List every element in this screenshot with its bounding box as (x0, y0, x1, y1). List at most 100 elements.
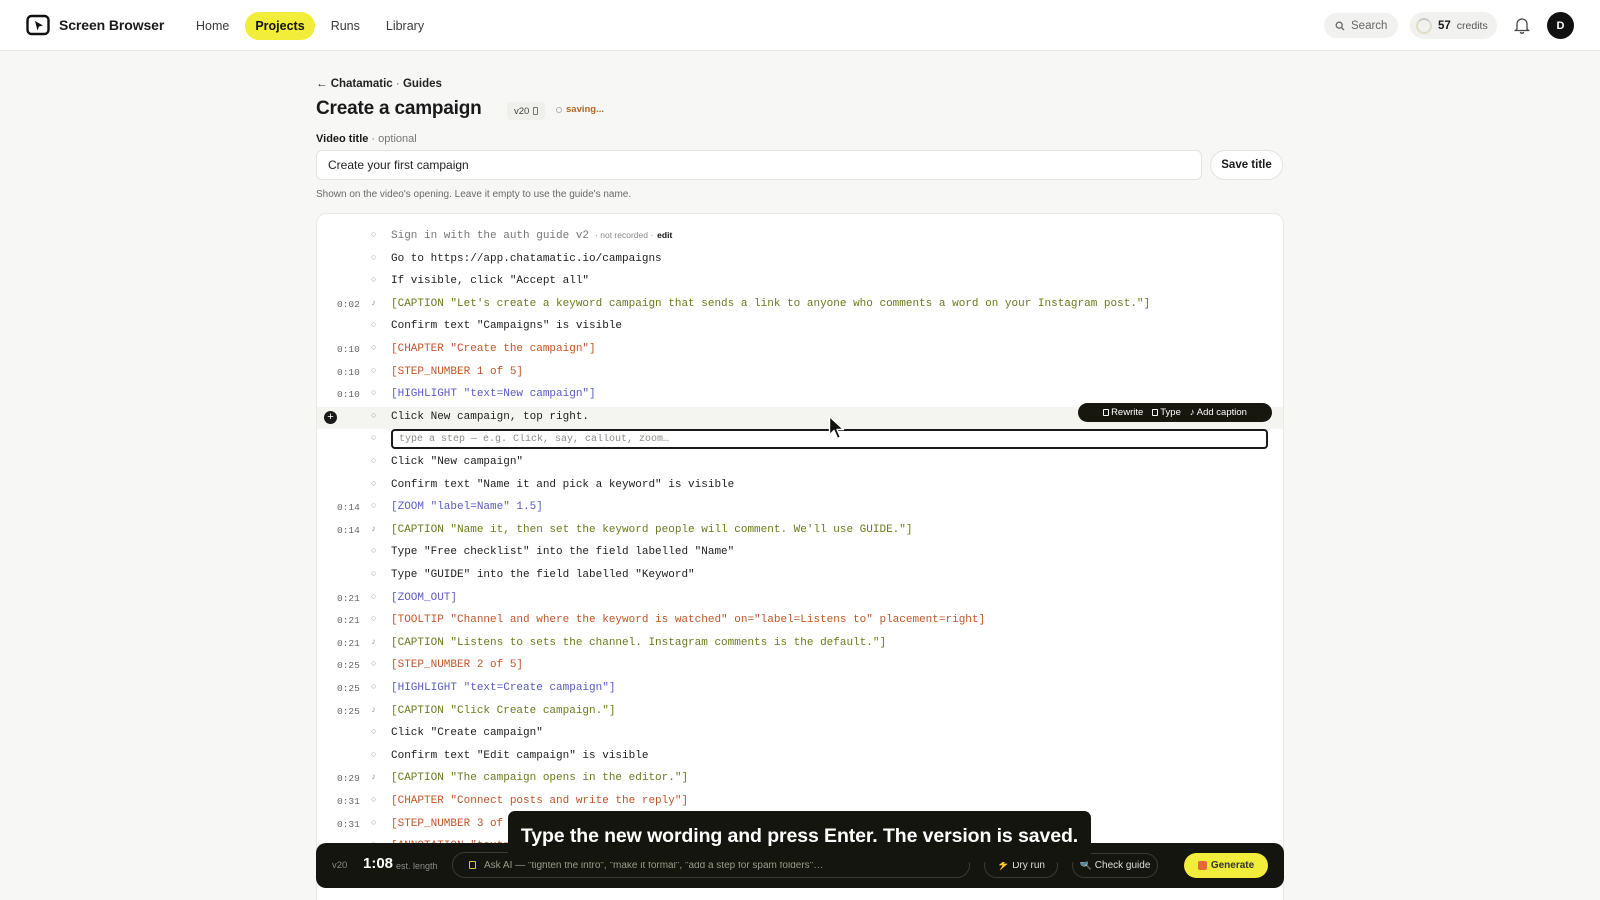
rewrite-button[interactable]: Rewrite (1103, 407, 1143, 418)
script-line-text[interactable]: Go to https://app.chatamatic.io/campaign… (391, 253, 662, 265)
script-line-content: [HIGHLIGHT "text=New campaign"] (391, 388, 596, 401)
row-action-toolbar: Rewrite Type ♪ Add caption (1078, 402, 1272, 422)
screen-browser-logo-icon (26, 14, 50, 36)
save-title-button[interactable]: Save title (1210, 150, 1283, 180)
main-nav: Home Projects Runs Library (186, 12, 434, 40)
script-row[interactable]: ○ If visible, click "Accept all" (317, 271, 1283, 293)
step-bullet-icon: ○ (371, 275, 377, 286)
script-row[interactable]: + ○ Click New campaign, top right. Rewrite T… (317, 402, 1283, 429)
script-line-text[interactable]: [CHAPTER "Create the campaign"] (391, 343, 596, 355)
type-label: Type (1160, 406, 1181, 418)
timestamp: 0:14 (337, 502, 360, 514)
script-line-text[interactable]: [STEP_NUMBER 2 of 5] (391, 659, 523, 671)
script-row[interactable]: ○ Click "New campaign" (317, 452, 1283, 474)
timestamp: 0:21 (337, 592, 360, 604)
script-row[interactable]: ○ Go to https://app.chatamatic.io/campaig… (317, 249, 1283, 271)
copy-icon (533, 107, 539, 115)
step-bullet-icon: ○ (371, 501, 377, 512)
script-line-text[interactable]: [CHAPTER "Connect posts and write the re… (391, 795, 688, 807)
script-line-content: Sign in with the auth guide v2 (391, 230, 590, 242)
rewrite-icon (1103, 408, 1110, 416)
script-line-content: Click "New campaign" (391, 456, 524, 468)
script-row[interactable]: 0:31 ○ [CHAPTER "Connect posts and write t… (317, 791, 1283, 813)
script-line-text[interactable]: Confirm text "Edit campaign" is visible (391, 750, 648, 762)
script-line-content: [ZOOM_OUT] (391, 591, 458, 604)
script-row[interactable]: 0:14 ○ [ZOOM "label=Name" 1.5] (317, 497, 1283, 519)
credits-badge[interactable]: 57 credits (1410, 12, 1497, 39)
script-line-text[interactable]: [HIGHLIGHT "text=New campaign"] (391, 388, 596, 400)
version-chip[interactable]: v20 (507, 102, 546, 120)
nav-runs[interactable]: Runs (321, 12, 370, 40)
script-line-text[interactable]: [CAPTION "Name it, then set the keyword … (391, 524, 913, 536)
add-step-icon[interactable]: + (324, 410, 337, 424)
script-line-text[interactable]: Confirm text "Name it and pick a keyword… (391, 479, 734, 491)
brand[interactable]: Screen Browser (26, 13, 164, 37)
script-row[interactable]: 0:25 ○ [HIGHLIGHT "text=Create campaign"] (317, 678, 1283, 700)
script-row[interactable]: 0:21 ♪ [CAPTION "Listens to sets the chann… (317, 633, 1283, 655)
back-arrow-icon: ← (316, 78, 328, 90)
generate-button[interactable]: Generate (1184, 853, 1268, 878)
script-line-text[interactable]: Type "GUIDE" into the field labelled "Ke… (391, 569, 695, 581)
script-line-text[interactable]: [CAPTION "Click Create campaign."] (391, 705, 615, 717)
type-button[interactable]: Type (1152, 407, 1181, 418)
edit-link[interactable]: edit (657, 230, 672, 240)
script-line-text[interactable]: If visible, click "Accept all" (391, 275, 589, 287)
timestamp: 0:29 (337, 773, 360, 785)
script-line-content: Confirm text "Edit campaign" is visible (391, 749, 649, 762)
step-input-row[interactable]: ○ (317, 429, 1283, 451)
script-row[interactable]: 0:14 ♪ [CAPTION "Name it, then set the key… (317, 520, 1283, 542)
script-line-text[interactable]: [ZOOM "label=Name" 1.5] (391, 501, 543, 513)
avatar[interactable]: D (1547, 12, 1574, 39)
timestamp: 0:25 (337, 705, 360, 717)
page-title: Create a campaign (316, 98, 482, 119)
script-row[interactable]: ○ Sign in with the auth guide v2 · not rec… (317, 226, 1283, 248)
breadcrumb-section: Guides (402, 78, 442, 90)
search-button[interactable]: Search (1324, 13, 1398, 38)
rewrite-label: Rewrite (1111, 406, 1144, 418)
script-row[interactable]: 0:02 ♪ [CAPTION "Let's create a keyword ca… (317, 294, 1283, 316)
script-row[interactable]: 0:25 ♪ [CAPTION "Click Create campaign."] (317, 701, 1283, 723)
instruction-toast: Type the new wording and press Enter. Th… (508, 811, 1091, 862)
script-row[interactable]: 0:10 ○ [STEP_NUMBER 1 of 5] (317, 362, 1283, 384)
nav-library[interactable]: Library (376, 12, 434, 40)
script-row[interactable]: ○ Confirm text "Name it and pick a keywor… (317, 475, 1283, 497)
script-line-text[interactable]: Confirm text "Campaigns" is visible (391, 320, 622, 332)
script-line-text[interactable]: Sign in with the auth guide v2 · not reco… (391, 230, 672, 242)
nav-projects[interactable]: Projects (245, 12, 315, 40)
script-row[interactable]: 0:10 ○ [CHAPTER "Create the campaign"] (317, 339, 1283, 361)
script-line-text[interactable]: [CAPTION "Listens to sets the channel. I… (391, 637, 886, 649)
script-line-text[interactable]: [HIGHLIGHT "text=Create campaign"] (391, 682, 615, 694)
script-row[interactable]: 0:21 ○ [TOOLTIP "Channel and where the key… (317, 610, 1283, 632)
script-line-text[interactable]: [STEP_NUMBER 3 of 5] (391, 818, 523, 830)
bell-icon[interactable] (1514, 16, 1530, 34)
step-bullet-icon: ○ (371, 320, 377, 331)
script-row[interactable]: 0:25 ○ [STEP_NUMBER 2 of 5] (317, 655, 1283, 677)
script-line-text[interactable]: [CAPTION "The campaign opens in the edit… (391, 772, 688, 784)
script-row[interactable]: 0:29 ♪ [CAPTION "The campaign opens in the… (317, 768, 1283, 790)
script-line-text[interactable]: [CAPTION "Let's create a keyword campaig… (391, 298, 1150, 310)
script-line-text[interactable]: Click "Create campaign" (391, 727, 543, 739)
script-row[interactable]: ○ Type "GUIDE" into the field labelled "K… (317, 565, 1283, 587)
script-row[interactable]: ○ Confirm text "Campaigns" is visible (317, 316, 1283, 338)
saving-dot-icon (556, 106, 562, 113)
caption-note-icon: ♪ (371, 772, 377, 783)
video-title-input[interactable] (316, 150, 1202, 180)
nav-home[interactable]: Home (186, 12, 239, 40)
script-row[interactable]: ○ Type "Free checklist" into the field la… (317, 542, 1283, 564)
breadcrumb[interactable]: ← Chatamatic · Guides (316, 78, 442, 90)
script-line-text[interactable]: Type "Free checklist" into the field lab… (391, 546, 734, 558)
script-row[interactable]: ○ Click "Create campaign" (317, 723, 1283, 745)
script-line-content: [CAPTION "Click Create campaign."] (391, 704, 616, 717)
script-row[interactable]: 0:21 ○ [ZOOM_OUT] (317, 588, 1283, 610)
script-line-text[interactable]: [TOOLTIP "Channel and where the keyword … (391, 614, 985, 626)
video-title-label-text: Video title (316, 133, 369, 145)
script-line-text[interactable]: [ZOOM_OUT] (391, 592, 457, 604)
script-line-content: Type "Free checklist" into the field lab… (391, 546, 735, 559)
script-line-text[interactable]: [STEP_NUMBER 1 of 5] (391, 366, 523, 378)
timestamp: 0:02 (337, 298, 360, 310)
script-line-text[interactable]: Click New campaign, top right. (391, 411, 589, 423)
script-line-content: [CAPTION "Name it, then set the keyword … (391, 523, 913, 536)
script-line-text[interactable]: Click "New campaign" (391, 456, 523, 468)
add-caption-button[interactable]: ♪ Add caption (1190, 407, 1247, 418)
script-row[interactable]: ○ Confirm text "Edit campaign" is visible (317, 746, 1283, 768)
